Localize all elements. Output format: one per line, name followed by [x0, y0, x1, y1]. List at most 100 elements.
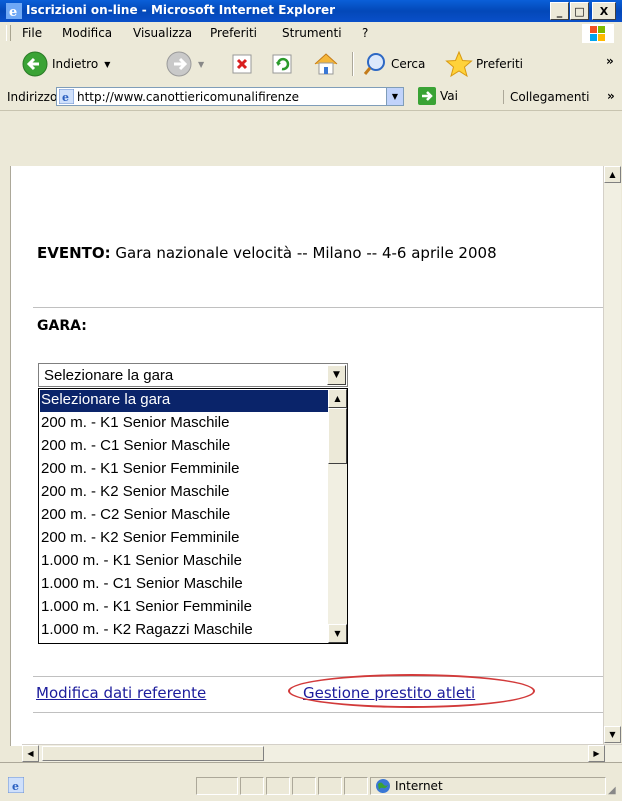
event-line: EVENTO: Gara nazionale velocità -- Milan… [37, 244, 497, 262]
gara-dropdown-list[interactable]: Selezionare la gara 200 m. - K1 Senior M… [38, 388, 348, 644]
favorites-star-icon [445, 50, 473, 78]
search-label: Cerca [391, 57, 426, 71]
address-bar: Indirizzo e http://www.canottiericomunal… [0, 84, 622, 111]
search-icon [363, 53, 385, 75]
scroll-up-icon[interactable]: ▲ [604, 166, 621, 183]
dropdown-scroll-thumb[interactable] [328, 408, 347, 464]
links-chevron[interactable]: » [607, 89, 615, 103]
back-dropdown-icon[interactable]: ▼ [104, 60, 110, 69]
window-title: Iscrizioni on-line - Microsoft Internet … [26, 3, 336, 17]
dropdown-scrollbar[interactable]: ▲ ▼ [328, 389, 347, 643]
svg-text:e: e [9, 5, 17, 19]
page-status-icon: e [8, 777, 24, 793]
status-cell [196, 777, 238, 795]
dropdown-option[interactable]: 200 m. - K2 Senior Maschile [40, 482, 328, 504]
ie-page-icon: e [59, 89, 74, 104]
menu-preferiti[interactable]: Preferiti [210, 26, 257, 40]
dropdown-option[interactable]: 200 m. - C2 Senior Maschile [40, 505, 328, 527]
status-cell [344, 777, 368, 795]
back-arrow-icon [22, 51, 48, 77]
menu-visualizza[interactable]: Visualizza [133, 26, 192, 40]
ie-icon: e [6, 3, 22, 19]
event-section: EVENTO: Gara nazionale velocità -- Milan… [33, 194, 603, 308]
search-button[interactable]: Cerca [362, 50, 425, 78]
stop-button[interactable] [232, 50, 254, 78]
dropdown-option[interactable]: 200 m. - C1 Senior Maschile [40, 436, 328, 458]
forward-arrow-icon [166, 51, 192, 77]
dropdown-scroll-down-icon[interactable]: ▼ [328, 624, 347, 643]
scroll-down-icon[interactable]: ▼ [604, 726, 621, 743]
browser-window: e Iscrizioni on-line - Microsoft Interne… [0, 0, 622, 801]
scroll-left-icon[interactable]: ◀ [22, 745, 39, 762]
scroll-right-icon[interactable]: ▶ [588, 745, 605, 762]
forward-dropdown-icon[interactable]: ▼ [198, 60, 204, 69]
status-bar: e Internet ◢ [0, 762, 622, 801]
page-viewport: EVENTO: Gara nazionale velocità -- Milan… [10, 166, 603, 746]
refresh-icon [272, 54, 292, 74]
address-label: Indirizzo [7, 90, 58, 104]
toolbar-chevron[interactable]: » [606, 54, 614, 68]
back-button[interactable]: Indietro ▼ [22, 50, 110, 78]
dropdown-option[interactable]: 200 m. - K2 Senior Femminile [40, 528, 328, 550]
zone-label: Internet [395, 779, 443, 793]
refresh-button[interactable] [272, 50, 294, 78]
home-icon [314, 53, 338, 75]
event-value: Gara nazionale velocità -- Milano -- 4-6… [115, 244, 497, 262]
page-vertical-scrollbar[interactable]: ▲ ▼ [603, 166, 621, 744]
menu-modifica[interactable]: Modifica [62, 26, 112, 40]
gara-label: GARA: [37, 318, 87, 334]
horizontal-scroll-thumb[interactable] [42, 746, 264, 761]
section-divider [33, 676, 603, 677]
option-selezionare[interactable]: Selezionare la gara [40, 390, 328, 412]
svg-text:e: e [12, 780, 19, 793]
menu-strumenti[interactable]: Strumenti [282, 26, 342, 40]
page-horizontal-scrollbar[interactable]: ◀ ▶ [22, 744, 622, 763]
menu-file[interactable]: File [22, 26, 42, 40]
toolbar-grip[interactable] [6, 25, 11, 41]
gara-select-value: Selezionare la gara [44, 367, 174, 384]
maximize-button[interactable]: □ [570, 2, 589, 20]
dropdown-option[interactable]: 1.000 m. - K1 Senior Femminile [40, 597, 328, 619]
modifica-dati-link[interactable]: Modifica dati referente [36, 684, 206, 702]
go-label: Vai [440, 89, 458, 103]
stop-icon [232, 54, 252, 74]
dropdown-option[interactable]: 200 m. - K1 Senior Maschile [40, 413, 328, 435]
close-button[interactable]: X [592, 2, 616, 20]
dropdown-option[interactable]: 1.000 m. - K2 Ragazzi Maschile [40, 620, 328, 642]
address-url: http://www.canottiericomunalifirenze [77, 90, 299, 104]
highlight-oval [288, 674, 535, 708]
go-arrow-icon [418, 87, 436, 105]
internet-globe-icon [376, 779, 390, 793]
address-dropdown-icon[interactable]: ▼ [386, 88, 403, 105]
back-label: Indietro [52, 57, 99, 71]
dropdown-option[interactable]: 1.000 m. - K1 Senior Maschile [40, 551, 328, 573]
address-input[interactable]: e http://www.canottiericomunalifirenze ▼ [56, 87, 404, 106]
resize-grip-icon[interactable]: ◢ [608, 785, 616, 796]
dropdown-option[interactable]: 1.000 m. - C1 Senior Maschile [40, 574, 328, 596]
title-bar[interactable]: e Iscrizioni on-line - Microsoft Interne… [0, 0, 622, 22]
menu-help[interactable]: ? [362, 26, 368, 40]
forward-button[interactable]: ▼ [166, 50, 204, 78]
zone-cell: Internet [370, 777, 606, 795]
minimize-button[interactable]: _ [550, 2, 569, 20]
favorites-button[interactable]: Preferiti [445, 50, 523, 78]
status-cell [266, 777, 290, 795]
dropdown-scroll-up-icon[interactable]: ▲ [328, 389, 347, 408]
favorites-label: Preferiti [476, 57, 523, 71]
svg-text:e: e [62, 91, 69, 104]
section-divider [33, 712, 603, 713]
links-label[interactable]: Collegamenti [503, 90, 589, 104]
select-dropdown-icon[interactable]: ▼ [327, 365, 346, 385]
dropdown-option[interactable]: 200 m. - K1 Senior Femminile [40, 459, 328, 481]
status-cell [240, 777, 264, 795]
menu-bar: File Modifica Visualizza Preferiti Strum… [0, 22, 622, 45]
windows-logo-icon [582, 24, 614, 43]
event-label: EVENTO: [37, 244, 111, 262]
go-button[interactable]: Vai [418, 87, 458, 105]
home-button[interactable] [312, 50, 340, 78]
status-cell [292, 777, 316, 795]
toolbar-separator [352, 52, 354, 76]
gara-select[interactable]: Selezionare la gara ▼ [38, 363, 348, 387]
standard-toolbar: Indietro ▼ ▼ Cerca Preferiti » [0, 44, 622, 85]
status-cell [318, 777, 342, 795]
